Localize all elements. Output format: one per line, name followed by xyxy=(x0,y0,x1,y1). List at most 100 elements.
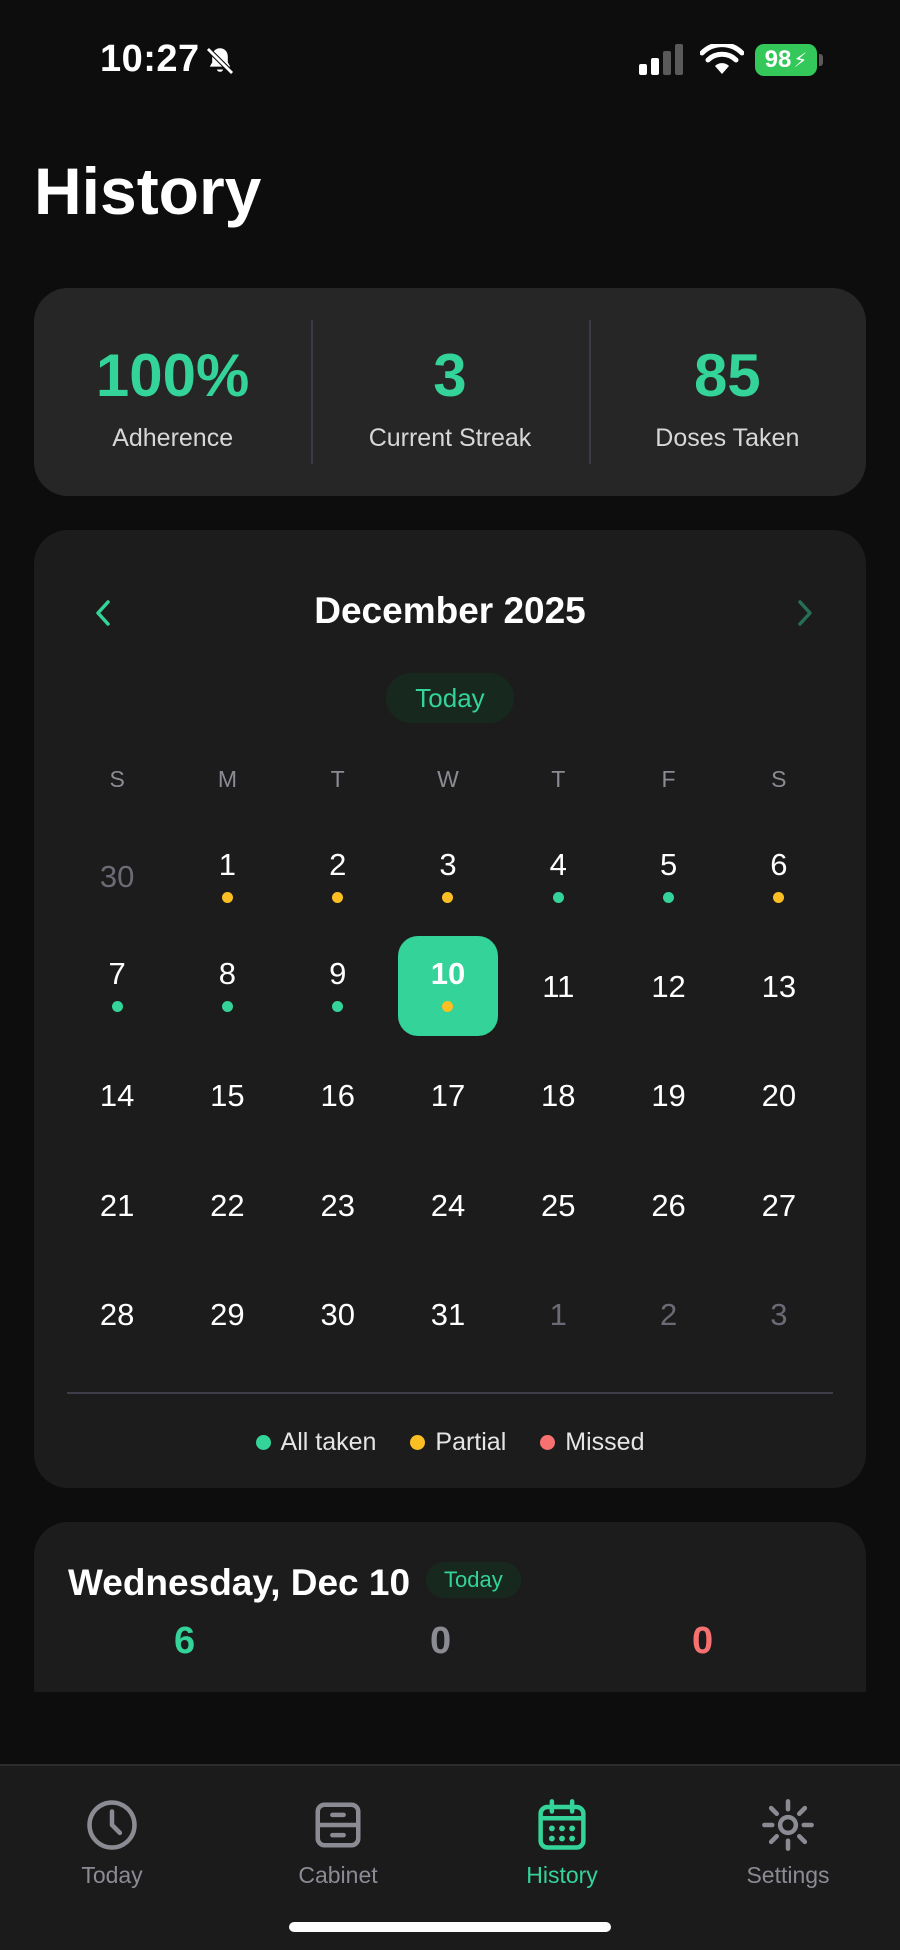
calendar-legend: All taken Partial Missed xyxy=(34,1428,866,1457)
weekday-label: W xyxy=(437,766,459,792)
weekday-header: SMTWTFS xyxy=(62,766,834,793)
calendar-day[interactable]: 28 xyxy=(62,1260,172,1370)
day-number: 23 xyxy=(320,1187,355,1223)
cabinet-icon xyxy=(315,1802,361,1848)
calendar-day[interactable]: 15 xyxy=(172,1041,282,1151)
day-number: 26 xyxy=(651,1187,686,1223)
day-number: 1 xyxy=(218,846,237,882)
wifi-icon xyxy=(700,44,744,74)
weekday-label: F xyxy=(661,766,676,792)
day-number: 28 xyxy=(99,1297,135,1333)
legend-label: All taken xyxy=(280,1428,377,1456)
calendar-day[interactable]: 19 xyxy=(613,1041,723,1151)
next-month-button[interactable] xyxy=(780,588,830,638)
calendar-day[interactable]: 21 xyxy=(62,1151,172,1261)
day-number: 14 xyxy=(99,1078,135,1114)
tab-label: History xyxy=(526,1862,598,1888)
calendar-day[interactable]: 29 xyxy=(172,1260,282,1370)
tab-label: Today xyxy=(81,1862,143,1888)
calendar-day[interactable]: 11 xyxy=(503,932,613,1042)
calendar-day[interactable]: 27 xyxy=(724,1151,834,1261)
status-dot-partial xyxy=(773,891,785,903)
bell-muted-icon xyxy=(206,47,234,75)
stat-adherence: 100% Adherence xyxy=(34,288,311,496)
calendar-day[interactable]: 25 xyxy=(503,1151,613,1261)
divider xyxy=(67,1392,833,1394)
calendar-day[interactable]: 31 xyxy=(393,1260,503,1370)
tab-today[interactable]: Today xyxy=(22,1798,202,1889)
cellular-signal-icon xyxy=(639,44,683,75)
status-time: 10:27 xyxy=(100,38,200,80)
calendar-day[interactable]: 7 xyxy=(62,932,172,1042)
status-dot-partial xyxy=(221,891,233,903)
stat-label: Adherence xyxy=(112,424,234,452)
weekday-label: S xyxy=(109,766,125,792)
day-number: 21 xyxy=(99,1187,135,1223)
chevron-right-icon xyxy=(798,600,812,626)
weekday-label: T xyxy=(551,766,566,792)
calendar-day[interactable]: 30 xyxy=(283,1260,393,1370)
weekday-label: T xyxy=(330,766,345,792)
calendar-day[interactable]: 3 xyxy=(393,822,503,932)
legend-item: Partial xyxy=(410,1428,506,1457)
stat-doses-taken: 85 Doses Taken xyxy=(588,288,866,496)
calendar-day[interactable]: 16 xyxy=(283,1041,393,1151)
status-dot-partial xyxy=(332,891,344,903)
calendar-day[interactable]: 30 xyxy=(62,822,172,932)
day-number: 20 xyxy=(761,1078,797,1114)
taken-count: 6 xyxy=(174,1620,196,1662)
status-dot-all xyxy=(332,1001,344,1013)
day-number: 8 xyxy=(218,956,237,992)
clock-icon xyxy=(87,1800,137,1850)
calendar-day[interactable]: 2 xyxy=(613,1260,723,1370)
day-number: 3 xyxy=(770,1297,788,1333)
calendar-day[interactable]: 26 xyxy=(613,1151,723,1261)
calendar-day[interactable]: 2 xyxy=(283,822,393,932)
calendar-day[interactable]: 22 xyxy=(172,1151,282,1261)
tab-cabinet[interactable]: Cabinet xyxy=(248,1798,428,1889)
day-number: 29 xyxy=(210,1297,245,1333)
calendar-day[interactable]: 1 xyxy=(503,1260,613,1370)
calendar-day[interactable]: 4 xyxy=(503,822,613,932)
legend-dot xyxy=(255,1435,271,1450)
day-number: 10 xyxy=(430,956,466,992)
calendar-day[interactable]: 1 xyxy=(172,822,282,932)
calendar-day[interactable]: 9 xyxy=(283,932,393,1042)
calendar-card: December 2025 Today SMTWTFS 30 1 2 3 4 5 6 7 8 9 1… xyxy=(34,530,866,1488)
tab-history[interactable]: History xyxy=(472,1798,652,1889)
day-number: 18 xyxy=(541,1078,576,1114)
tab-settings[interactable]: Settings xyxy=(698,1798,878,1889)
weekday-label: S xyxy=(771,766,787,792)
calendar-day[interactable]: 8 xyxy=(172,932,282,1042)
calendar-day[interactable]: 17 xyxy=(393,1041,503,1151)
calendar-day[interactable]: 18 xyxy=(503,1041,613,1151)
stat-label: Doses Taken xyxy=(655,424,800,452)
calendar-day[interactable]: 3 xyxy=(724,1260,834,1370)
calendar-grid: 30 1 2 3 4 5 6 7 8 9 10 11 12 13 14 15 16 17 18 19 20 21 22 23 2… xyxy=(62,822,834,1370)
day-number: 11 xyxy=(542,968,575,1004)
stat-current-streak: 3 Current Streak xyxy=(311,288,588,496)
calendar-day-today[interactable]: 10 xyxy=(393,932,503,1042)
calendar-day[interactable]: 14 xyxy=(62,1041,172,1151)
day-number: 16 xyxy=(320,1078,355,1114)
tab-label: Cabinet xyxy=(298,1862,378,1888)
day-number: 7 xyxy=(108,956,126,992)
stat-value: 85 xyxy=(693,342,761,409)
day-number: 12 xyxy=(651,968,686,1004)
day-number: 2 xyxy=(659,1297,678,1333)
calendar-day[interactable]: 13 xyxy=(724,932,834,1042)
calendar-day[interactable]: 12 xyxy=(613,932,723,1042)
calendar-day[interactable]: 6 xyxy=(724,822,834,932)
stat-label: Current Streak xyxy=(368,424,532,452)
day-number: 6 xyxy=(770,846,788,882)
day-number: 9 xyxy=(329,956,347,992)
status-dot-partial xyxy=(442,891,454,903)
calendar-day[interactable]: 20 xyxy=(724,1041,834,1151)
calendar-day[interactable]: 5 xyxy=(613,822,723,932)
page-title: History xyxy=(34,154,262,228)
status-dot-all xyxy=(552,891,564,903)
calendar-day[interactable]: 23 xyxy=(283,1151,393,1261)
stat-value: 100% xyxy=(95,342,250,409)
calendar-day[interactable]: 24 xyxy=(393,1151,503,1261)
today-button[interactable]: Today xyxy=(386,673,514,723)
